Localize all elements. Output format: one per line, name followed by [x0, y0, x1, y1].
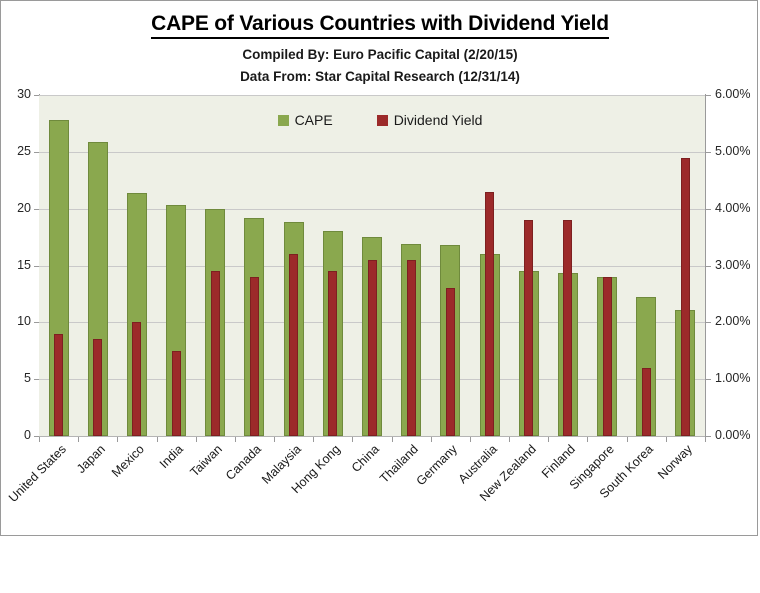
y-axis-right-tick-label: 1.00%: [715, 371, 751, 386]
x-axis-tick-mark: [469, 437, 471, 442]
y-axis-left-tick-mark: [34, 152, 39, 153]
x-axis-label-germany: Germany: [413, 442, 461, 489]
x-axis-label-norway: Norway: [655, 442, 696, 482]
bar-dividend-yield: [445, 288, 455, 436]
x-axis-tick-mark: [313, 437, 315, 442]
y-axis-left-tick-label: 25: [17, 143, 31, 158]
bar-dividend-yield: [249, 276, 259, 436]
x-axis-tick-mark: [234, 437, 236, 442]
y-axis-right-tick-label: 6.00%: [715, 87, 751, 101]
y-axis-left-tick-label: 30: [17, 87, 31, 101]
x-axis-label-taiwan: Taiwan: [187, 442, 226, 480]
bar-dividend-yield: [641, 367, 651, 436]
x-axis-label-canada: Canada: [223, 442, 265, 483]
bar-dividend-yield: [171, 350, 181, 436]
y-axis-left-tick-label: 5: [24, 371, 31, 386]
x-axis-tick-mark: [117, 437, 119, 442]
gridline: [39, 152, 705, 153]
x-axis-tick-mark: [665, 437, 667, 442]
y-axis-right-tick-label: 5.00%: [715, 143, 751, 158]
y-axis-right-tick-label: 2.00%: [715, 314, 751, 329]
x-axis-tick-mark: [509, 437, 511, 442]
x-axis-tick-mark: [39, 437, 40, 442]
title-block: CAPE of Various Countries with Dividend …: [1, 12, 759, 86]
y-axis-left-tick-label: 15: [17, 257, 31, 272]
x-axis-tick-mark: [626, 437, 628, 442]
bar-dividend-yield: [54, 333, 64, 436]
x-axis-tick-mark: [391, 437, 393, 442]
y-axis-right-tick-mark: [706, 152, 711, 153]
bar-dividend-yield: [602, 276, 612, 436]
subtitle-compiled-by: Compiled By: Euro Pacific Capital (2/20/…: [242, 47, 518, 63]
y-axis-right-tick-mark: [706, 266, 711, 267]
y-axis-right-tick-label: 3.00%: [715, 257, 751, 272]
y-axis-left-tick-label: 10: [17, 314, 31, 329]
subtitle-data-from: Data From: Star Capital Research (12/31/…: [240, 68, 520, 84]
x-axis-label-south-korea: South Korea: [597, 442, 657, 502]
y-axis-left-tick-mark: [34, 209, 39, 210]
y-axis-right-tick-label: 0.00%: [715, 428, 751, 442]
gridline: [39, 95, 705, 96]
y-axis-left-tick-mark: [34, 379, 39, 380]
bar-dividend-yield: [210, 271, 220, 436]
x-axis-label-china: China: [348, 442, 382, 476]
x-axis-tick-mark: [548, 437, 550, 442]
y-axis-left-tick-label: 20: [17, 200, 31, 215]
bar-dividend-yield: [485, 191, 495, 436]
bar-dividend-yield: [93, 339, 103, 436]
y-axis-left-tick-mark: [34, 322, 39, 323]
gridline: [39, 436, 705, 437]
x-axis-tick-mark: [705, 437, 706, 442]
x-axis-tick-mark: [78, 437, 80, 442]
x-axis-tick-mark: [195, 437, 197, 442]
x-axis-label-singapore: Singapore: [566, 442, 617, 493]
bar-dividend-yield: [680, 157, 690, 436]
y-axis-left-tick-label: 0: [24, 428, 31, 442]
bar-dividend-yield: [406, 259, 416, 436]
chart-container: CAPE of Various Countries with Dividend …: [0, 0, 758, 536]
x-axis-tick-mark: [352, 437, 354, 442]
y-axis-left-tick-mark: [34, 95, 39, 96]
y-axis-right-tick-label: 4.00%: [715, 200, 751, 215]
bar-dividend-yield: [367, 259, 377, 436]
y-axis-right-tick-mark: [706, 209, 711, 210]
bar-dividend-yield: [328, 271, 338, 436]
x-axis-label-thailand: Thailand: [377, 442, 422, 486]
bar-dividend-yield: [524, 220, 534, 436]
x-axis-tick-mark: [587, 437, 589, 442]
x-axis-label-india: India: [156, 442, 187, 472]
plot-area: [39, 95, 705, 437]
bar-dividend-yield: [289, 254, 299, 436]
x-axis-tick-mark: [430, 437, 432, 442]
bar-dividend-yield: [563, 220, 573, 436]
x-axis-tick-mark: [156, 437, 158, 442]
y-axis-right-tick-mark: [706, 322, 711, 323]
x-axis-tick-mark: [274, 437, 276, 442]
y-axis-right-tick-mark: [706, 379, 711, 380]
y-axis-left-tick-mark: [34, 266, 39, 267]
y-axis-right-tick-mark: [706, 436, 711, 437]
page-title: CAPE of Various Countries with Dividend …: [151, 12, 609, 40]
y-axis-right-tick-mark: [706, 95, 711, 96]
bar-dividend-yield: [132, 322, 142, 436]
